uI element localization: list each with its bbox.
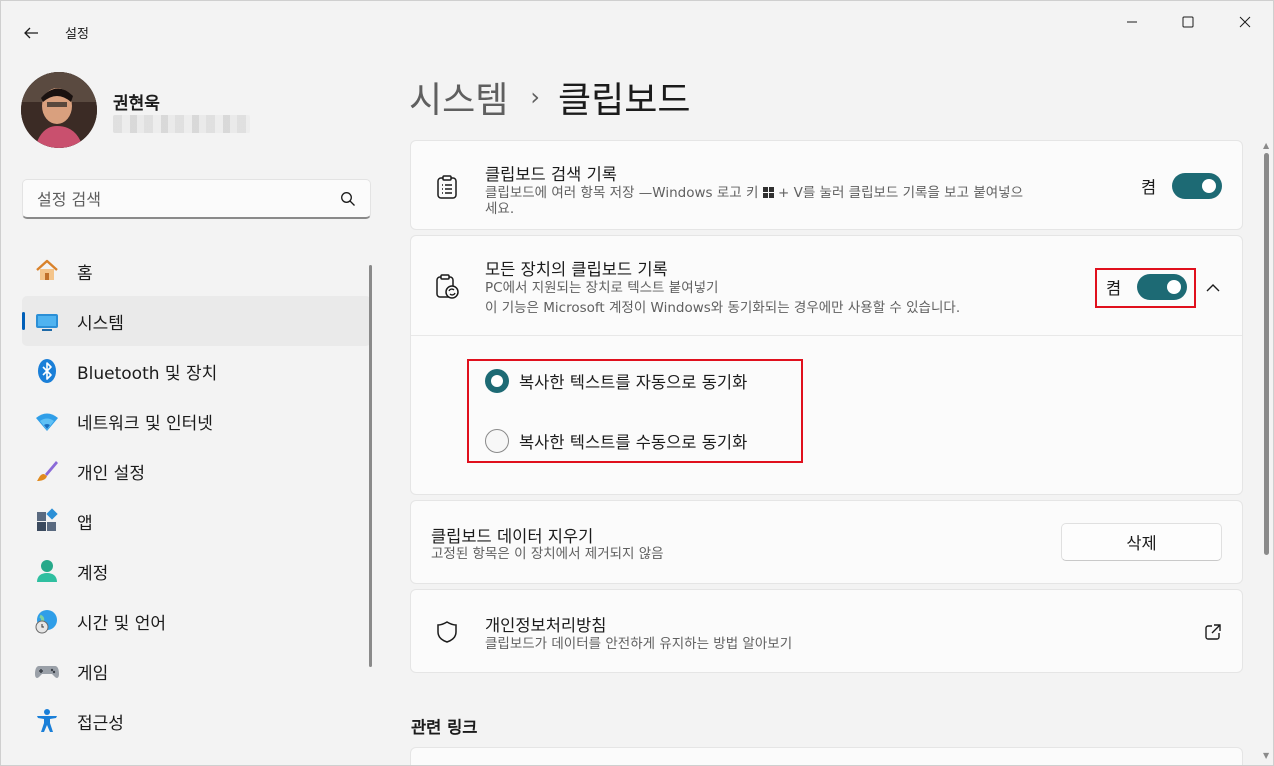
sidebar-item-apps[interactable]: 앱 (22, 496, 371, 546)
clipboard-history-card: 클립보드 검색 기록 클립보드에 여러 항목 저장 —Windows 로고 키 … (410, 140, 1243, 230)
paintbrush-icon (34, 458, 60, 484)
sidebar-item-label: 앱 (77, 513, 93, 534)
sidebar-item-network[interactable]: 네트워크 및 인터넷 (22, 396, 371, 446)
clipboard-sync-icon (435, 274, 459, 299)
home-icon (34, 258, 60, 284)
card-description: 클립보드가 데이터를 안전하게 유지하는 방법 알아보기 (485, 636, 793, 652)
sidebar-item-label: 게임 (77, 663, 109, 684)
scroll-down-arrow-icon[interactable]: ▼ (1263, 751, 1269, 760)
privacy-card[interactable]: 개인정보처리방침 클립보드가 데이터를 안전하게 유지하는 방법 알아보기 (410, 589, 1243, 673)
profile-name: 권현욱 (113, 94, 160, 114)
sidebar-item-label: 시간 및 언어 (77, 613, 167, 634)
sidebar-item-gaming[interactable]: 게임 (22, 646, 371, 696)
main-scrollbar[interactable] (1264, 153, 1269, 555)
card-description: 클립보드에 여러 항목 저장 —Windows 로고 키 + V를 눌러 클립보… (485, 185, 1023, 217)
clipboard-list-icon (435, 175, 459, 199)
card-description: 고정된 항목은 이 장치에서 제거되지 않음 (431, 546, 664, 562)
minimize-icon (1127, 21, 1137, 23)
card-description: PC에서 지원되는 장치로 텍스트 붙여넣기 이 기능은 Microsoft 계정… (485, 280, 961, 316)
maximize-button[interactable] (1165, 7, 1211, 37)
sidebar-item-accessibility[interactable]: 접근성 (22, 696, 371, 746)
breadcrumb-separator: › (530, 83, 540, 111)
search-icon[interactable] (340, 191, 356, 207)
windows-logo-icon (762, 187, 774, 198)
sidebar-item-label: Bluetooth 및 장치 (77, 363, 218, 384)
expand-collapse-button[interactable] (1200, 275, 1226, 301)
avatar[interactable] (21, 72, 97, 148)
wifi-icon (34, 408, 60, 434)
card-title: 클립보드 검색 기록 (485, 165, 617, 184)
gamepad-icon (34, 658, 60, 684)
card-title: 개인정보처리방침 (485, 616, 607, 635)
sidebar-item-bluetooth[interactable]: Bluetooth 및 장치 (22, 346, 371, 396)
back-button[interactable] (17, 19, 45, 47)
card-title: 클립보드 데이터 지우기 (431, 527, 594, 546)
history-toggle-wrap: 켬 (1141, 173, 1223, 199)
delete-button[interactable]: 삭제 (1061, 523, 1222, 561)
search-box[interactable] (22, 179, 371, 219)
toggle-knob (1202, 179, 1217, 193)
maximize-icon (1182, 16, 1194, 28)
system-icon (34, 308, 60, 334)
breadcrumb-parent[interactable]: 시스템 (409, 71, 508, 123)
close-icon (1239, 16, 1251, 28)
globe-clock-icon (34, 608, 60, 634)
chevron-up-icon (1206, 284, 1220, 292)
highlight-box-options (467, 359, 803, 463)
sidebar-item-time-language[interactable]: 시간 및 언어 (22, 596, 371, 646)
sidebar-item-label: 개인 설정 (77, 463, 145, 484)
open-external-icon[interactable] (1204, 623, 1222, 645)
app-title: 설정 (65, 27, 89, 42)
bluetooth-icon (34, 358, 60, 384)
account-icon (34, 558, 60, 584)
history-toggle[interactable] (1172, 173, 1223, 199)
breadcrumb: 시스템 › 클립보드 (409, 71, 690, 123)
minimize-button[interactable] (1109, 7, 1155, 37)
page-title: 클립보드 (557, 80, 691, 121)
shield-icon (435, 620, 459, 644)
settings-window: 설정 권현욱 홈 (0, 0, 1274, 766)
toggle-state-label: 켬 (1141, 178, 1157, 197)
sidebar-item-home[interactable]: 홈 (22, 246, 371, 296)
sidebar-item-accounts[interactable]: 계정 (22, 546, 371, 596)
related-links-heading: 관련 링크 (411, 718, 478, 737)
search-input[interactable] (37, 187, 327, 211)
sidebar-item-personalization[interactable]: 개인 설정 (22, 446, 371, 496)
sidebar-item-label: 접근성 (77, 713, 124, 734)
accessibility-icon (34, 708, 60, 734)
close-button[interactable] (1222, 7, 1268, 37)
sidebar-item-label: 네트워크 및 인터넷 (77, 413, 213, 434)
profile-photo-icon (21, 72, 97, 148)
scroll-up-arrow-icon[interactable]: ▲ (1263, 141, 1269, 150)
profile-email-redacted (113, 115, 250, 133)
apps-icon (34, 508, 60, 534)
card-title: 모든 장치의 클립보드 기록 (485, 260, 668, 279)
selection-indicator (22, 312, 25, 330)
sidebar-item-system[interactable]: 시스템 (22, 296, 371, 346)
divider (411, 335, 1242, 336)
sidebar-scrollbar[interactable] (369, 265, 372, 667)
highlight-box-toggle (1095, 268, 1196, 308)
arrow-left-icon (24, 27, 38, 39)
sidebar-nav: 홈 시스템 Bluetooth 및 장치 네트워크 및 인터넷 개인 설정 앱 … (22, 246, 371, 746)
sidebar-item-label: 홈 (77, 263, 93, 284)
title-bar: 설정 (1, 1, 1273, 45)
sidebar-item-label: 시스템 (77, 313, 124, 334)
sidebar-item-label: 계정 (77, 563, 109, 584)
related-links-card[interactable] (410, 747, 1243, 765)
